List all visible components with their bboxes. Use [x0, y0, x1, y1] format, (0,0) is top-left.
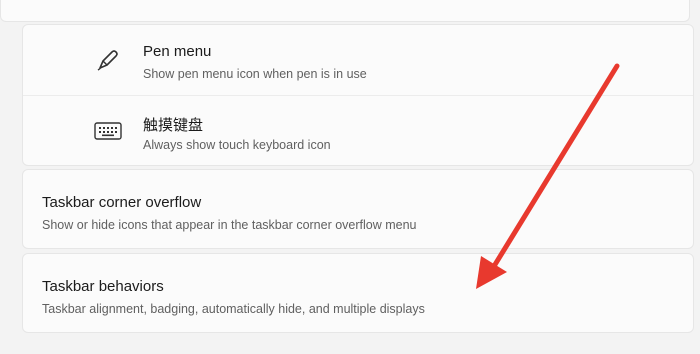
touch-keyboard-title: 触摸键盘: [143, 117, 204, 134]
touch-keyboard-setting[interactable]: 触摸键盘 Always show touch keyboard icon: [23, 96, 693, 167]
behaviors-description: Taskbar alignment, badging, automaticall…: [42, 302, 425, 316]
taskbar-behaviors-card[interactable]: Taskbar behaviors Taskbar alignment, bad…: [22, 253, 694, 333]
pen-menu-title: Pen menu: [143, 43, 212, 60]
behaviors-title: Taskbar behaviors: [42, 278, 164, 295]
corner-overflow-title: Taskbar corner overflow: [42, 194, 202, 211]
pen-menu-setting[interactable]: Pen menu Show pen menu icon when pen is …: [23, 25, 693, 96]
corner-overflow-description: Show or hide icons that appear in the ta…: [42, 218, 417, 232]
previous-setting-card[interactable]: [0, 0, 690, 22]
pen-icon: [93, 45, 123, 75]
taskbar-corner-icons-panel: Pen menu Show pen menu icon when pen is …: [22, 24, 694, 166]
pen-menu-description: Show pen menu icon when pen is in use: [143, 67, 367, 81]
taskbar-corner-overflow-card[interactable]: Taskbar corner overflow Show or hide ico…: [22, 169, 694, 249]
keyboard-icon: [93, 116, 123, 146]
touch-keyboard-description: Always show touch keyboard icon: [143, 138, 331, 152]
